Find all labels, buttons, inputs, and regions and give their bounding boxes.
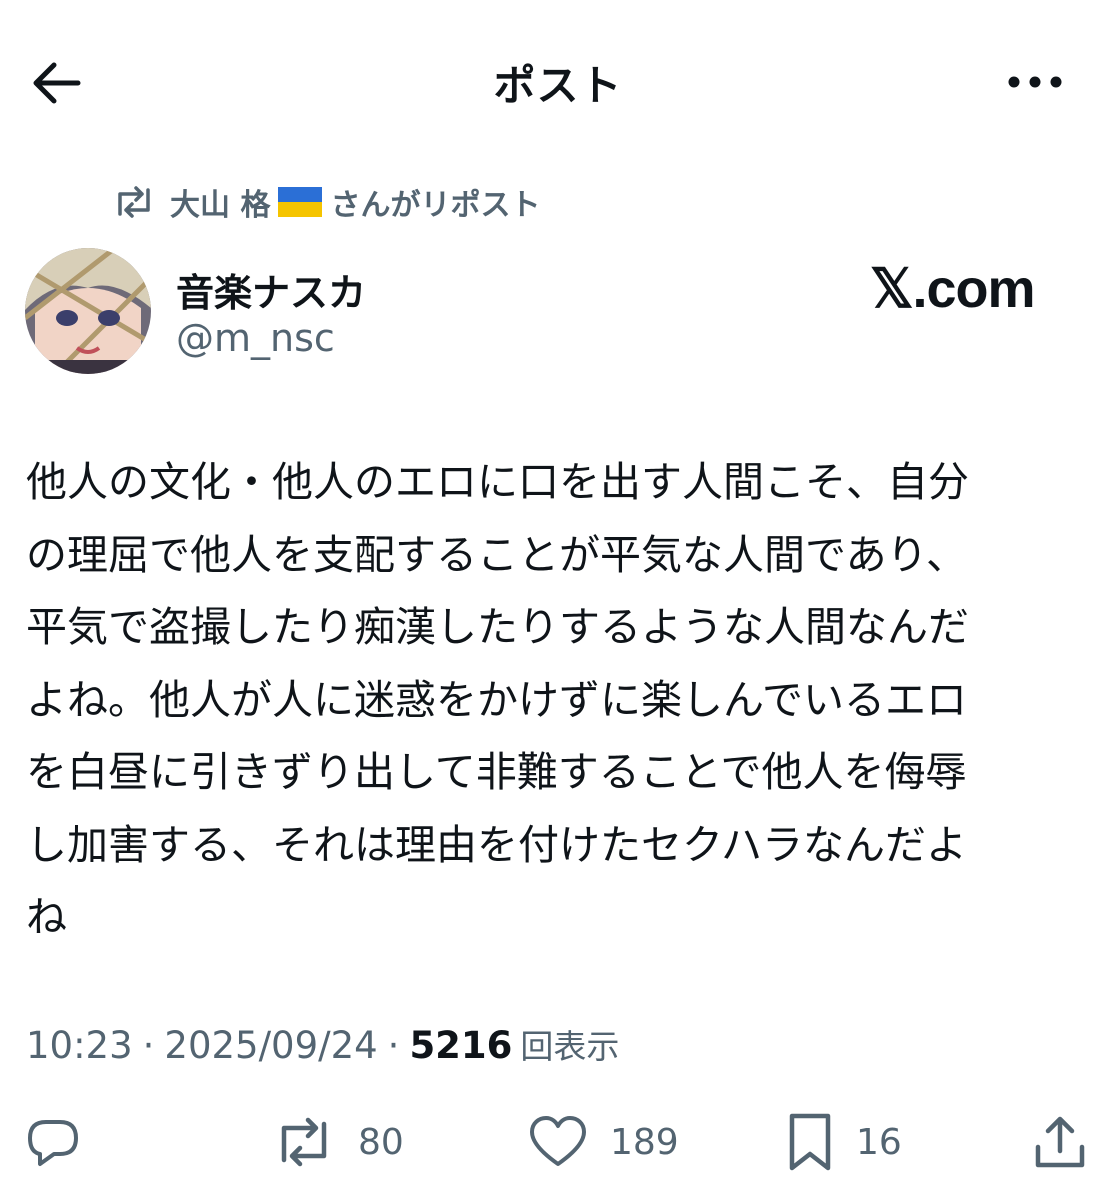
bookmark-count: 16 — [856, 1121, 902, 1163]
repost-context[interactable]: 大山 格 さんがリポスト — [112, 180, 540, 224]
like-count: 189 — [610, 1121, 679, 1163]
post-time: 10:23 — [26, 1024, 133, 1067]
share-button[interactable] — [1032, 1110, 1088, 1174]
avatar[interactable] — [25, 248, 151, 374]
post-text: 他人の文化・他人のエロに口を出す人間こそ、自分 の理屈で他人を支配することが平気… — [26, 458, 969, 941]
author-handle[interactable]: @m_nsc — [176, 316, 335, 360]
meta-separator: · — [142, 1024, 155, 1067]
view-count[interactable]: 5216 — [409, 1024, 512, 1067]
repost-button[interactable]: 80 — [272, 1110, 404, 1174]
post-date: 2025/09/24 — [164, 1024, 378, 1067]
repost-count: 80 — [358, 1121, 404, 1163]
share-icon — [1035, 1116, 1085, 1168]
page-title: ポスト — [493, 61, 623, 110]
repost-icon — [281, 1117, 327, 1167]
reply-icon — [28, 1120, 78, 1166]
bookmark-icon — [789, 1113, 831, 1171]
like-button[interactable]: 189 — [528, 1110, 679, 1174]
reposter-name: 大山 格 — [170, 188, 271, 223]
ukraine-flag-icon — [278, 187, 323, 217]
heart-icon — [530, 1116, 586, 1166]
repost-suffix: さんがリポスト — [330, 188, 541, 223]
post-meta: 10:23 · 2025/09/24 · 5216 回表示 — [26, 1020, 619, 1068]
reply-button[interactable] — [24, 1110, 82, 1174]
view-count-label: 回表示 — [520, 1027, 620, 1066]
bookmark-button[interactable]: 16 — [786, 1110, 902, 1174]
x-com-watermark: 𝕏.com — [870, 259, 1036, 319]
author-display-name[interactable]: 音楽ナスカ — [176, 262, 366, 317]
meta-separator: · — [387, 1024, 400, 1067]
more-options-icon[interactable] — [1000, 60, 1070, 104]
repost-icon — [118, 186, 150, 218]
